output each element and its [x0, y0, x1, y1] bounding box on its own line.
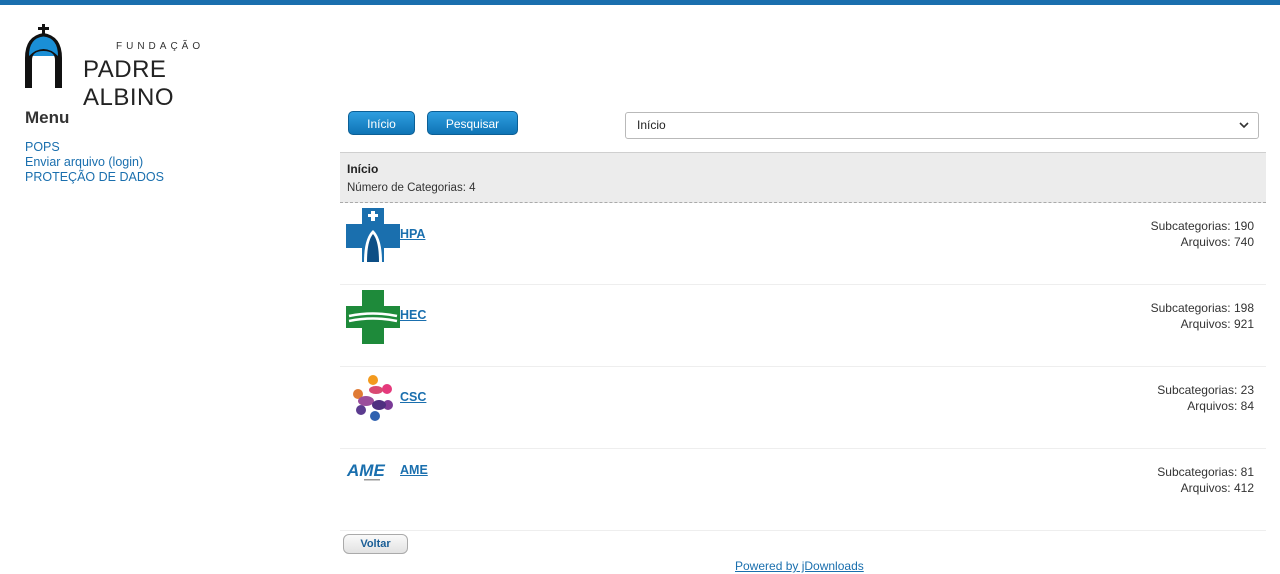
category-header: Início Número de Categorias: 4	[340, 152, 1266, 203]
category-row-ame: AME AME Subcategorias: 81 Arquivos: 412	[340, 449, 1266, 531]
hpa-logo-icon[interactable]	[346, 208, 402, 262]
category-row-hec: HEC Subcategorias: 198 Arquivos: 921	[340, 285, 1266, 367]
hec-logo-icon[interactable]	[346, 290, 402, 344]
category-link-ame[interactable]: AME	[400, 463, 428, 477]
site-logo[interactable]: FUNDAÇÃO PADRE ALBINO	[24, 24, 244, 111]
arquivos-count: Arquivos: 84	[1187, 399, 1254, 413]
category-link-csc[interactable]: CSC	[400, 390, 426, 404]
ame-logo-icon[interactable]: AME	[346, 459, 402, 485]
chevron-down-icon	[1239, 122, 1249, 129]
top-accent-bar	[0, 0, 1280, 5]
subcategorias-count: Subcategorias: 81	[1157, 465, 1254, 479]
powered-by-link[interactable]: Powered by jDownloads	[735, 559, 864, 573]
sidebar-menu: POPS Enviar arquivo (login) PROTEÇÃO DE …	[25, 140, 164, 185]
subcategorias-count: Subcategorias: 198	[1150, 301, 1254, 315]
logo-title: PADRE ALBINO	[83, 56, 175, 111]
inicio-button[interactable]: Início	[348, 111, 415, 135]
arquivos-count: Arquivos: 740	[1180, 235, 1254, 249]
category-stats-csc: Subcategorias: 23 Arquivos: 84	[1157, 382, 1254, 414]
subcategorias-count: Subcategorias: 23	[1157, 383, 1254, 397]
category-select-value: Início	[637, 118, 666, 132]
category-stats-hec: Subcategorias: 198 Arquivos: 921	[1151, 300, 1254, 332]
csc-logo-icon[interactable]	[346, 372, 402, 426]
voltar-button[interactable]: Voltar	[343, 534, 408, 554]
category-row-hpa: HPA Subcategorias: 190 Arquivos: 740	[340, 203, 1266, 285]
category-row-csc: CSC Subcategorias: 23 Arquivos: 84	[340, 367, 1266, 449]
category-link-hpa[interactable]: HPA	[400, 227, 425, 241]
category-stats-ame: Subcategorias: 81 Arquivos: 412	[1157, 464, 1254, 496]
arquivos-count: Arquivos: 412	[1180, 481, 1254, 495]
arquivos-count: Arquivos: 921	[1180, 317, 1254, 331]
menu-heading: Menu	[25, 108, 70, 127]
chapel-logo-icon	[25, 24, 62, 88]
category-link-hec[interactable]: HEC	[400, 308, 426, 322]
category-stats-hpa: Subcategorias: 190 Arquivos: 740	[1151, 218, 1254, 250]
logo-subtitle: FUNDAÇÃO	[116, 41, 205, 52]
category-select[interactable]: Início	[625, 112, 1259, 139]
subcategorias-count: Subcategorias: 190	[1150, 219, 1254, 233]
sidebar-item-protecao-dados[interactable]: PROTEÇÃO DE DADOS	[25, 170, 164, 184]
sidebar-item-enviar-arquivo[interactable]: Enviar arquivo (login)	[25, 155, 143, 169]
svg-text:AME: AME	[346, 461, 385, 480]
pesquisar-button[interactable]: Pesquisar	[427, 111, 518, 135]
sidebar-item-pops[interactable]: POPS	[25, 140, 60, 154]
category-title: Início	[347, 162, 379, 176]
category-count: Número de Categorias: 4	[347, 182, 476, 194]
